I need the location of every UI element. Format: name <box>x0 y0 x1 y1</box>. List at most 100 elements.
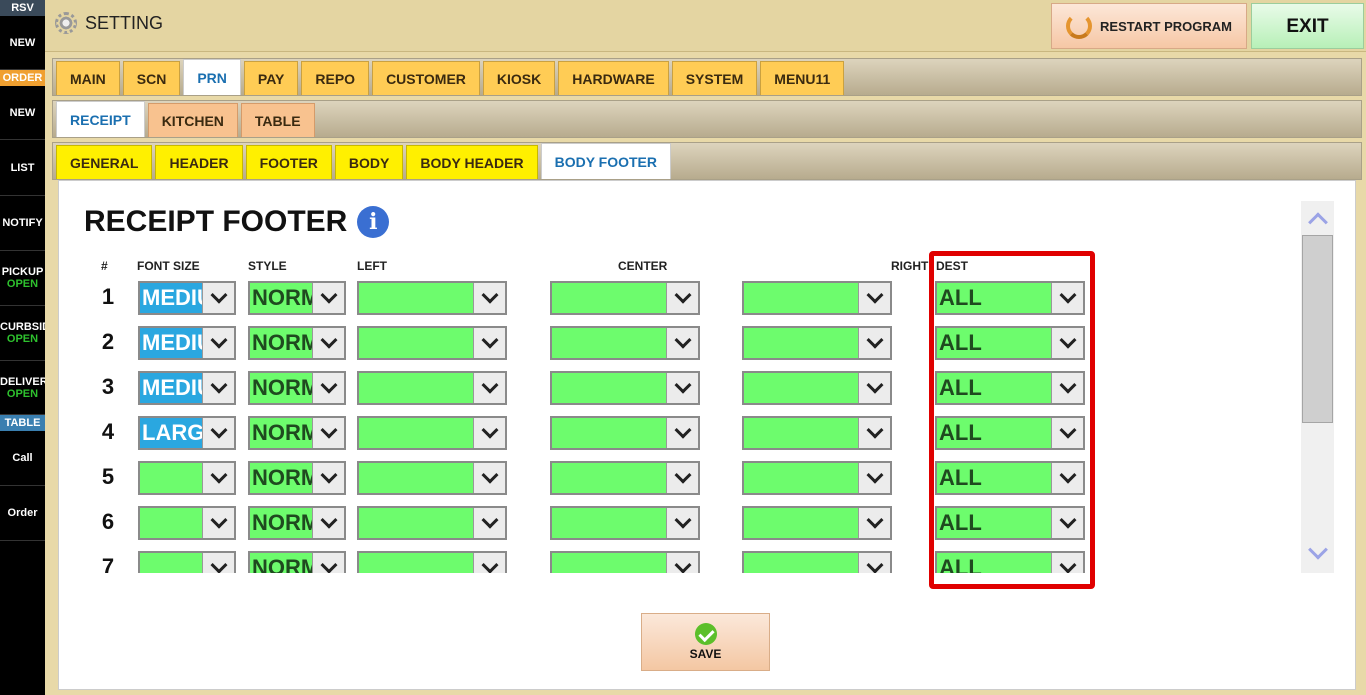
chevron-down-icon[interactable] <box>1051 283 1083 313</box>
chevron-down-icon[interactable] <box>666 283 698 313</box>
chevron-down-icon[interactable] <box>666 508 698 538</box>
center-dropdown[interactable] <box>550 461 700 495</box>
restart-program-button[interactable]: RESTART PROGRAM <box>1051 3 1247 49</box>
chevron-down-icon[interactable] <box>202 328 234 358</box>
right-dropdown[interactable] <box>742 416 892 450</box>
section-tab-body-footer[interactable]: BODY FOOTER <box>540 143 671 179</box>
center-dropdown[interactable] <box>550 371 700 405</box>
chevron-down-icon[interactable] <box>858 418 890 448</box>
chevron-down-icon[interactable] <box>1051 553 1083 573</box>
notify-button[interactable]: NOTIFY <box>0 196 45 251</box>
chevron-down-icon[interactable] <box>473 553 505 573</box>
style-dropdown[interactable]: NORMAL <box>248 416 346 450</box>
right-dropdown[interactable] <box>742 326 892 360</box>
tab-prn[interactable]: PRN <box>183 59 241 95</box>
exit-button[interactable]: EXIT <box>1251 3 1364 49</box>
vertical-scrollbar[interactable] <box>1301 201 1334 573</box>
style-dropdown[interactable]: NORMAL <box>248 506 346 540</box>
tab-kiosk[interactable]: KIOSK <box>482 61 556 95</box>
chevron-down-icon[interactable] <box>1051 328 1083 358</box>
left-dropdown[interactable] <box>357 371 507 405</box>
left-dropdown[interactable] <box>357 551 507 573</box>
chevron-down-icon[interactable] <box>858 463 890 493</box>
font-size-dropdown[interactable] <box>138 506 236 540</box>
chevron-down-icon[interactable] <box>473 328 505 358</box>
font-size-dropdown[interactable] <box>138 551 236 573</box>
left-dropdown[interactable] <box>357 326 507 360</box>
tab-hardware[interactable]: HARDWARE <box>558 61 669 95</box>
left-dropdown[interactable] <box>357 416 507 450</box>
pickup-button[interactable]: PICKUP OPEN <box>0 251 45 306</box>
section-tab-body[interactable]: BODY <box>334 145 404 179</box>
section-tab-body-header[interactable]: BODY HEADER <box>406 145 538 179</box>
dest-dropdown[interactable]: ALL <box>935 326 1085 360</box>
center-dropdown[interactable] <box>550 551 700 573</box>
chevron-down-icon[interactable] <box>202 283 234 313</box>
right-dropdown[interactable] <box>742 371 892 405</box>
chevron-down-icon[interactable] <box>312 283 344 313</box>
dest-dropdown[interactable]: ALL <box>935 416 1085 450</box>
chevron-down-icon[interactable] <box>202 373 234 403</box>
font-size-dropdown[interactable]: MEDIUM <box>138 326 236 360</box>
chevron-down-icon[interactable] <box>666 553 698 573</box>
right-dropdown[interactable] <box>742 551 892 573</box>
delivery-button[interactable]: DELIVERY OPEN <box>0 361 45 415</box>
chevron-down-icon[interactable] <box>202 508 234 538</box>
scroll-up-button[interactable] <box>1301 203 1334 233</box>
center-dropdown[interactable] <box>550 326 700 360</box>
section-tab-general[interactable]: GENERAL <box>56 145 153 179</box>
chevron-down-icon[interactable] <box>473 418 505 448</box>
chevron-down-icon[interactable] <box>1051 463 1083 493</box>
chevron-down-icon[interactable] <box>473 508 505 538</box>
style-dropdown[interactable]: NORMAL <box>248 281 346 315</box>
tab-system[interactable]: SYSTEM <box>671 61 758 95</box>
section-tab-footer[interactable]: FOOTER <box>245 145 332 179</box>
chevron-down-icon[interactable] <box>1051 508 1083 538</box>
chevron-down-icon[interactable] <box>473 283 505 313</box>
dest-dropdown[interactable]: ALL <box>935 461 1085 495</box>
chevron-down-icon[interactable] <box>666 418 698 448</box>
dest-dropdown[interactable]: ALL <box>935 371 1085 405</box>
chevron-down-icon[interactable] <box>858 328 890 358</box>
tab-main[interactable]: MAIN <box>56 61 120 95</box>
style-dropdown[interactable]: NORMAL <box>248 551 346 573</box>
chevron-down-icon[interactable] <box>202 418 234 448</box>
chevron-down-icon[interactable] <box>312 553 344 573</box>
chevron-down-icon[interactable] <box>312 373 344 403</box>
chevron-down-icon[interactable] <box>666 328 698 358</box>
right-dropdown[interactable] <box>742 461 892 495</box>
scrollbar-thumb[interactable] <box>1302 235 1333 423</box>
chevron-down-icon[interactable] <box>473 373 505 403</box>
dest-dropdown[interactable]: ALL <box>935 506 1085 540</box>
font-size-dropdown[interactable]: LARGE <box>138 416 236 450</box>
chevron-down-icon[interactable] <box>202 463 234 493</box>
save-button[interactable]: SAVE <box>641 613 770 671</box>
chevron-down-icon[interactable] <box>666 463 698 493</box>
chevron-down-icon[interactable] <box>1051 373 1083 403</box>
list-button[interactable]: LIST <box>0 140 45 196</box>
font-size-dropdown[interactable]: MEDIUM <box>138 371 236 405</box>
style-dropdown[interactable]: NORMAL <box>248 371 346 405</box>
chevron-down-icon[interactable] <box>202 553 234 573</box>
font-size-dropdown[interactable] <box>138 461 236 495</box>
dest-dropdown[interactable]: ALL <box>935 281 1085 315</box>
chevron-down-icon[interactable] <box>312 418 344 448</box>
subtab-kitchen[interactable]: KITCHEN <box>147 103 238 137</box>
order-button[interactable]: Order <box>0 486 45 541</box>
chevron-down-icon[interactable] <box>312 508 344 538</box>
tab-repo[interactable]: REPO <box>301 61 370 95</box>
center-dropdown[interactable] <box>550 416 700 450</box>
tab-pay[interactable]: PAY <box>243 61 299 95</box>
style-dropdown[interactable]: NORMAL <box>248 326 346 360</box>
chevron-down-icon[interactable] <box>473 463 505 493</box>
chevron-down-icon[interactable] <box>858 553 890 573</box>
curbside-button[interactable]: CURBSIDE OPEN <box>0 306 45 361</box>
center-dropdown[interactable] <box>550 281 700 315</box>
subtab-table[interactable]: TABLE <box>240 103 315 137</box>
subtab-receipt[interactable]: RECEIPT <box>56 101 145 137</box>
rsv-new-button[interactable]: NEW <box>0 16 45 70</box>
order-new-button[interactable]: NEW <box>0 86 45 140</box>
call-button[interactable]: Call <box>0 431 45 486</box>
chevron-down-icon[interactable] <box>858 373 890 403</box>
left-dropdown[interactable] <box>357 461 507 495</box>
